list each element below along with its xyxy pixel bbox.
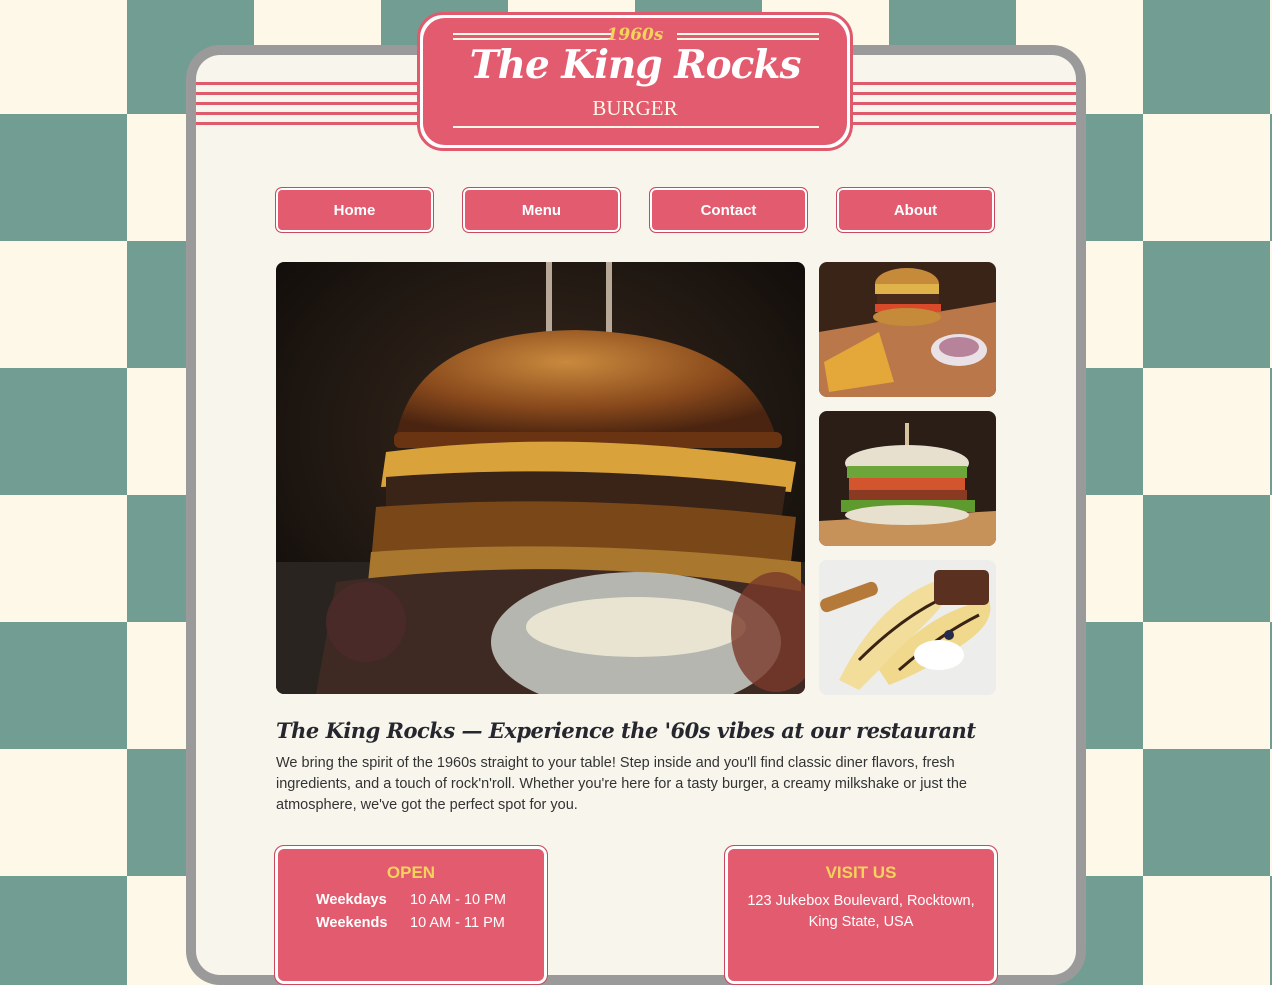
burger-fries-photo <box>819 262 996 397</box>
hours-day: Weekdays <box>316 892 387 908</box>
nav-home-button[interactable]: Home <box>275 187 434 233</box>
logo-badge[interactable]: 1960s The King Rocks BURGER <box>423 18 847 145</box>
intro-headline: The King Rocks — Experience the '60s vib… <box>276 718 976 743</box>
nav-about-button[interactable]: About <box>836 187 995 233</box>
address-line-1: 123 Jukebox Boulevard, Rocktown, <box>747 893 975 909</box>
visit-title: VISIT US <box>825 863 897 882</box>
logo-name: The King Rocks <box>469 42 802 88</box>
intro-text: We bring the spirit of the 1960s straigh… <box>276 755 967 813</box>
nav-contact-button[interactable]: Contact <box>649 187 808 233</box>
hours-time: 10 AM - 11 PM <box>410 915 505 931</box>
nav-menu-button[interactable]: Menu <box>462 187 621 233</box>
address-line-2: King State, USA <box>808 914 914 930</box>
address: 123 Jukebox Boulevard, Rocktown, King St… <box>725 891 997 933</box>
logo-line <box>453 126 819 128</box>
visit-us-card: VISIT US 123 Jukebox Boulevard, Rocktown… <box>724 845 998 985</box>
open-title: OPEN <box>386 863 436 882</box>
dessert-photo <box>819 560 996 695</box>
hours-time: 10 AM - 10 PM <box>410 892 506 908</box>
open-hours-card: OPEN Weekdays 10 AM - 10 PM Weekends 10 … <box>274 845 548 985</box>
logo-subtitle: BURGER <box>592 96 678 120</box>
burger-photo <box>276 262 805 694</box>
sandwich-photo <box>819 411 996 546</box>
hours-day: Weekends <box>316 915 388 931</box>
